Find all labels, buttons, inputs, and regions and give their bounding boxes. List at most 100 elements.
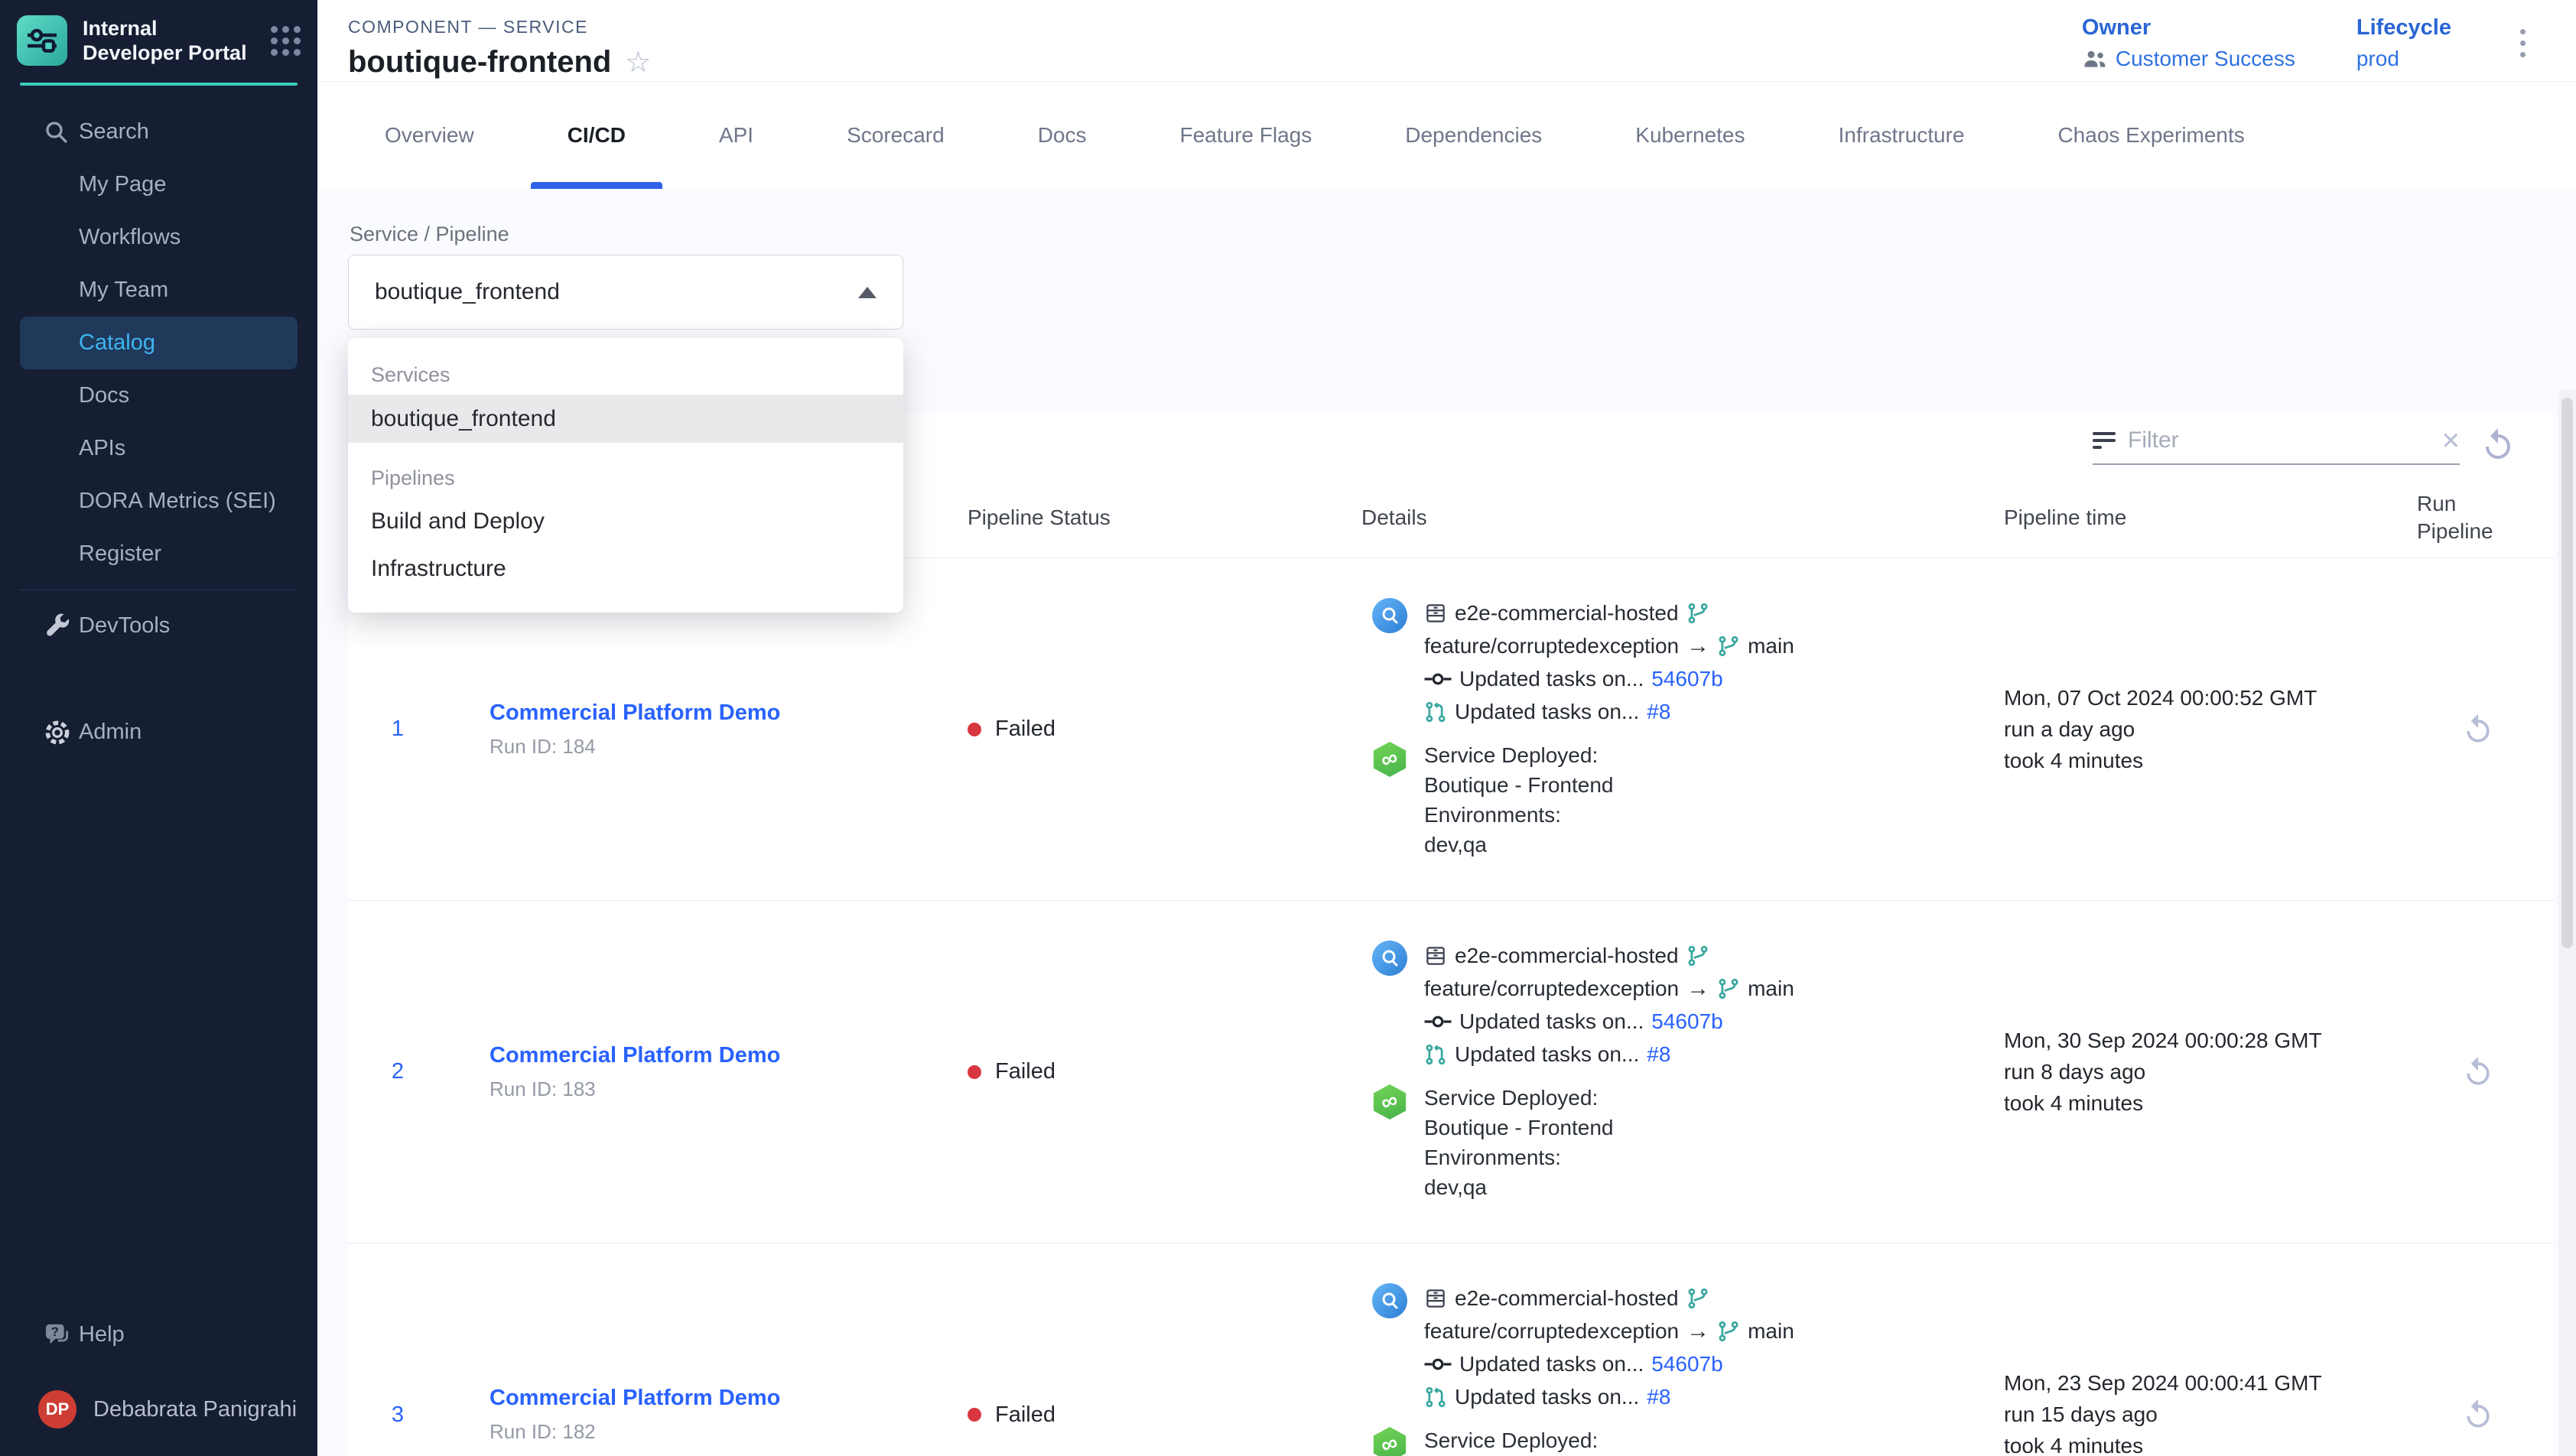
tab-cicd[interactable]: CI/CD — [531, 82, 662, 189]
deploy-label: Service Deployed: — [1424, 740, 1614, 770]
sidebar-item-label: Register — [79, 541, 161, 567]
pr-link[interactable]: #8 — [1647, 1385, 1670, 1409]
scrollbar-thumb[interactable] — [2561, 398, 2573, 948]
owner-label: Owner — [2082, 15, 2295, 41]
run-pipeline-icon[interactable] — [2461, 1055, 2495, 1089]
branch-icon — [1717, 977, 1740, 1000]
commit-link[interactable]: 54607b — [1651, 1352, 1722, 1376]
tab-chaos-experiments[interactable]: Chaos Experiments — [2021, 82, 2281, 189]
pr-text: Updated tasks on... — [1455, 700, 1639, 724]
pipeline-name-link[interactable]: Commercial Platform Demo — [490, 1043, 952, 1068]
commit-link[interactable]: 54607b — [1651, 667, 1722, 691]
status-failed-dot — [968, 1065, 981, 1079]
scrollbar-track[interactable] — [2558, 390, 2576, 1456]
deploy-service: Boutique - Frontend — [1424, 770, 1614, 800]
sidebar-accent-divider — [20, 83, 298, 86]
tab-docs[interactable]: Docs — [1001, 82, 1124, 189]
people-icon — [2082, 47, 2108, 70]
sidebar-item-register[interactable]: Register — [0, 528, 317, 580]
time-gmt: Mon, 23 Sep 2024 00:00:41 GMT — [2004, 1371, 2402, 1396]
filter-input[interactable] — [2128, 427, 2430, 453]
sidebar-item-devtools[interactable]: DevTools — [0, 600, 317, 652]
service-pipeline-label: Service / Pipeline — [350, 223, 509, 246]
sidebar-item-my-page[interactable]: My Page — [0, 158, 317, 211]
ci-details-group: e2e-commercial-hosted feature/corruptede… — [1361, 1282, 1989, 1413]
refresh-table-icon[interactable] — [2480, 427, 2516, 463]
user-name: Debabrata Panigrahi — [93, 1397, 297, 1422]
clear-filter-icon[interactable]: × — [2442, 425, 2460, 456]
run-number-link[interactable]: 2 — [392, 1059, 404, 1084]
env-value: dev,qa — [1424, 1172, 1614, 1202]
status-failed-dot — [968, 1408, 981, 1422]
pr-link[interactable]: #8 — [1647, 700, 1670, 724]
dropdown-group-pipelines: Pipelines — [348, 458, 903, 498]
sidebar-item-workflows[interactable]: Workflows — [0, 211, 317, 264]
repo-icon — [1424, 944, 1447, 967]
avatar: DP — [38, 1390, 76, 1428]
sidebar-item-docs[interactable]: Docs — [0, 369, 317, 422]
repo-icon — [1424, 1287, 1447, 1310]
favorite-star-icon[interactable]: ☆ — [625, 48, 651, 77]
app-switcher-icon[interactable] — [271, 26, 301, 56]
tab-overview[interactable]: Overview — [348, 82, 511, 189]
sidebar-bottom: ? Help DP Debabrata Panigrahi — [0, 1308, 317, 1436]
sidebar-item-catalog[interactable]: Catalog — [20, 317, 298, 369]
page-title: boutique-frontend — [348, 45, 611, 80]
tab-kubernetes[interactable]: Kubernetes — [1599, 82, 1781, 189]
run-number-link[interactable]: 1 — [392, 717, 404, 742]
status-text: Failed — [995, 1402, 1055, 1428]
service-pipeline-select[interactable]: boutique_frontend — [348, 255, 903, 330]
run-pipeline-icon[interactable] — [2461, 713, 2495, 746]
sidebar-item-help[interactable]: ? Help — [0, 1308, 317, 1361]
dropdown-option-build-and-deploy[interactable]: Build and Deploy — [348, 498, 903, 545]
time-ago: run 8 days ago — [2004, 1060, 2402, 1084]
commit-text: Updated tasks on... — [1459, 1009, 1644, 1034]
run-number-link[interactable]: 3 — [392, 1402, 404, 1428]
ci-details-group: e2e-commercial-hosted feature/corruptede… — [1361, 596, 1989, 728]
tab-scorecard[interactable]: Scorecard — [810, 82, 981, 189]
sidebar-item-label: My Page — [79, 172, 166, 197]
sidebar-nav: Search My Page Workflows My Team Catalog… — [0, 106, 317, 759]
deploy-label: Service Deployed: — [1424, 1425, 1614, 1455]
commit-text: Updated tasks on... — [1459, 1352, 1644, 1376]
tab-infrastructure[interactable]: Infrastructure — [1802, 82, 2002, 189]
commit-link[interactable]: 54607b — [1651, 1009, 1722, 1034]
env-label: Environments: — [1424, 1142, 1614, 1172]
sidebar-item-search[interactable]: Search — [0, 106, 317, 158]
sidebar-item-my-team[interactable]: My Team — [0, 264, 317, 317]
sidebar-item-apis[interactable]: APIs — [0, 422, 317, 475]
user-menu[interactable]: DP Debabrata Panigrahi — [0, 1383, 317, 1436]
sidebar-item-label: DORA Metrics (SEI) — [79, 489, 276, 514]
pr-link[interactable]: #8 — [1647, 1042, 1670, 1067]
branch-from: feature/corruptedexception — [1424, 1319, 1679, 1344]
pipeline-name-link[interactable]: Commercial Platform Demo — [490, 1386, 952, 1411]
repo-name: e2e-commercial-hosted — [1455, 1286, 1679, 1311]
wrench-icon — [43, 613, 70, 640]
time-took: took 4 minutes — [2004, 1091, 2402, 1116]
sidebar-item-label: APIs — [79, 436, 125, 461]
owner-link[interactable]: Customer Success — [2082, 47, 2295, 71]
table-row: 2 Commercial Platform Demo Run ID: 183 F… — [348, 901, 2555, 1243]
sidebar-item-dora-metrics[interactable]: DORA Metrics (SEI) — [0, 475, 317, 528]
repo-icon — [1424, 602, 1447, 625]
env-label: Environments: — [1424, 800, 1614, 830]
pipeline-name-link[interactable]: Commercial Platform Demo — [490, 700, 952, 726]
sidebar-item-admin[interactable]: Admin — [0, 706, 317, 759]
tab-api[interactable]: API — [682, 82, 790, 189]
cd-details-group: ∞ Service Deployed: Boutique - Frontend … — [1361, 740, 1989, 860]
pull-request-icon — [1424, 700, 1447, 723]
run-id: Run ID: 182 — [490, 1420, 952, 1444]
branch-icon — [1686, 1287, 1709, 1310]
time-took: took 4 minutes — [2004, 749, 2402, 773]
main-area: COMPONENT — SERVICE boutique-frontend ☆ … — [317, 0, 2576, 1456]
cicd-content: Service / Pipeline boutique_frontend Ser… — [317, 189, 2576, 1456]
branch-from: feature/corruptedexception — [1424, 977, 1679, 1001]
ci-details-group: e2e-commercial-hosted feature/corruptede… — [1361, 939, 1989, 1071]
tab-feature-flags[interactable]: Feature Flags — [1143, 82, 1349, 189]
dropdown-option-infrastructure[interactable]: Infrastructure — [348, 545, 903, 593]
app-title: Internal Developer Portal — [83, 16, 255, 65]
run-pipeline-icon[interactable] — [2461, 1398, 2495, 1432]
dropdown-option-boutique-frontend[interactable]: boutique_frontend — [348, 395, 903, 443]
kebab-menu-icon[interactable] — [2513, 18, 2533, 68]
tab-dependencies[interactable]: Dependencies — [1368, 82, 1579, 189]
